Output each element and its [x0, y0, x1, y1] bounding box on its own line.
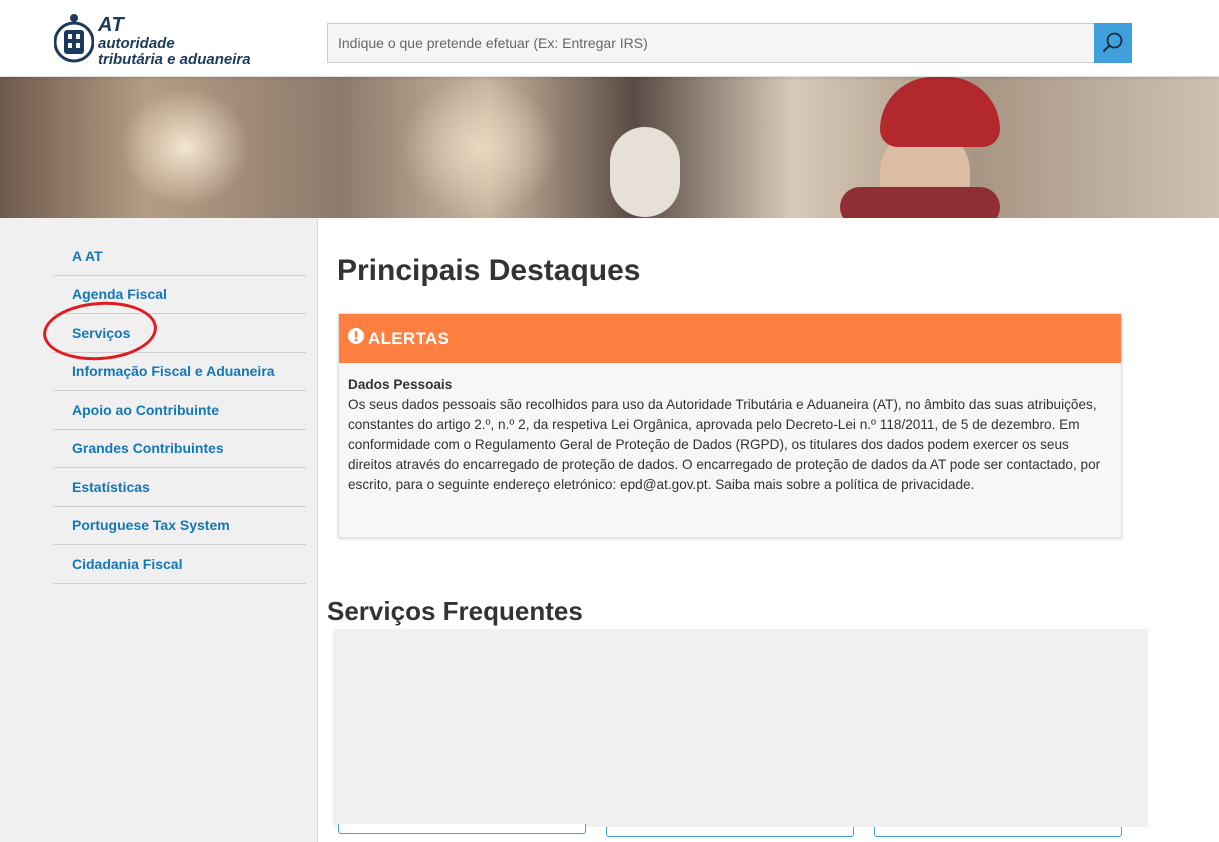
alert-panel: ALERTAS Dados Pessoais Os seus dados pes… — [338, 313, 1122, 538]
sidebar-link[interactable]: Agenda Fiscal — [72, 286, 167, 302]
sidebar-link[interactable]: Portuguese Tax System — [72, 517, 230, 533]
sidebar-item-grandes-contribuintes[interactable]: Grandes Contribuintes — [53, 430, 306, 468]
sidebar-item-apoio-contribuinte[interactable]: Apoio ao Contribuinte — [53, 391, 306, 430]
search-button[interactable] — [1094, 23, 1132, 63]
logo-line1: autoridade — [98, 35, 175, 52]
alert-title: ALERTAS — [368, 328, 450, 348]
hero-banner-image — [0, 77, 1219, 218]
frequent-services-panel — [333, 629, 1148, 827]
logo-line2: tributária e aduaneira — [98, 51, 251, 68]
search-bar — [327, 23, 1132, 63]
sidebar-link[interactable]: Grandes Contribuintes — [72, 440, 224, 456]
sidebar-link[interactable]: Estatísticas — [72, 479, 150, 495]
at-logo[interactable]: AT autoridade tributária e aduaneira — [53, 11, 266, 71]
service-card[interactable] — [606, 827, 854, 837]
alert-body: Dados Pessoais Os seus dados pessoais sã… — [339, 363, 1121, 507]
portugal-coat-of-arms-icon — [53, 12, 95, 70]
sidebar-item-estatisticas[interactable]: Estatísticas — [53, 468, 306, 507]
sidebar-item-portuguese-tax-system[interactable]: Portuguese Tax System — [53, 507, 306, 545]
logo-abbr: AT — [98, 14, 125, 36]
site-header: AT autoridade tributária e aduaneira — [0, 0, 1219, 77]
alert-header: ALERTAS — [339, 314, 1121, 363]
sidebar-link[interactable]: A AT — [72, 248, 103, 264]
page-title: Principais Destaques — [337, 254, 641, 287]
sidebar-item-a-at[interactable]: A AT — [53, 237, 306, 276]
search-icon — [1102, 31, 1124, 56]
sidebar-nav: A AT Agenda Fiscal Serviços Informação F… — [53, 237, 306, 584]
alert-subtitle: Dados Pessoais — [348, 377, 453, 392]
service-card[interactable] — [874, 827, 1122, 837]
search-input[interactable] — [327, 23, 1094, 63]
exclamation-circle-icon — [348, 328, 364, 349]
service-card[interactable] — [338, 824, 586, 834]
sidebar-link[interactable]: Apoio ao Contribuinte — [72, 402, 219, 418]
sidebar-item-cidadania-fiscal[interactable]: Cidadania Fiscal — [53, 545, 306, 584]
sidebar-link[interactable]: Informação Fiscal e Aduaneira — [72, 363, 275, 379]
alert-text: Os seus dados pessoais são recolhidos pa… — [348, 397, 1101, 492]
frequent-services-title: Serviços Frequentes — [327, 596, 583, 626]
sidebar-link[interactable]: Cidadania Fiscal — [72, 556, 182, 572]
sidebar: A AT Agenda Fiscal Serviços Informação F… — [0, 218, 318, 842]
